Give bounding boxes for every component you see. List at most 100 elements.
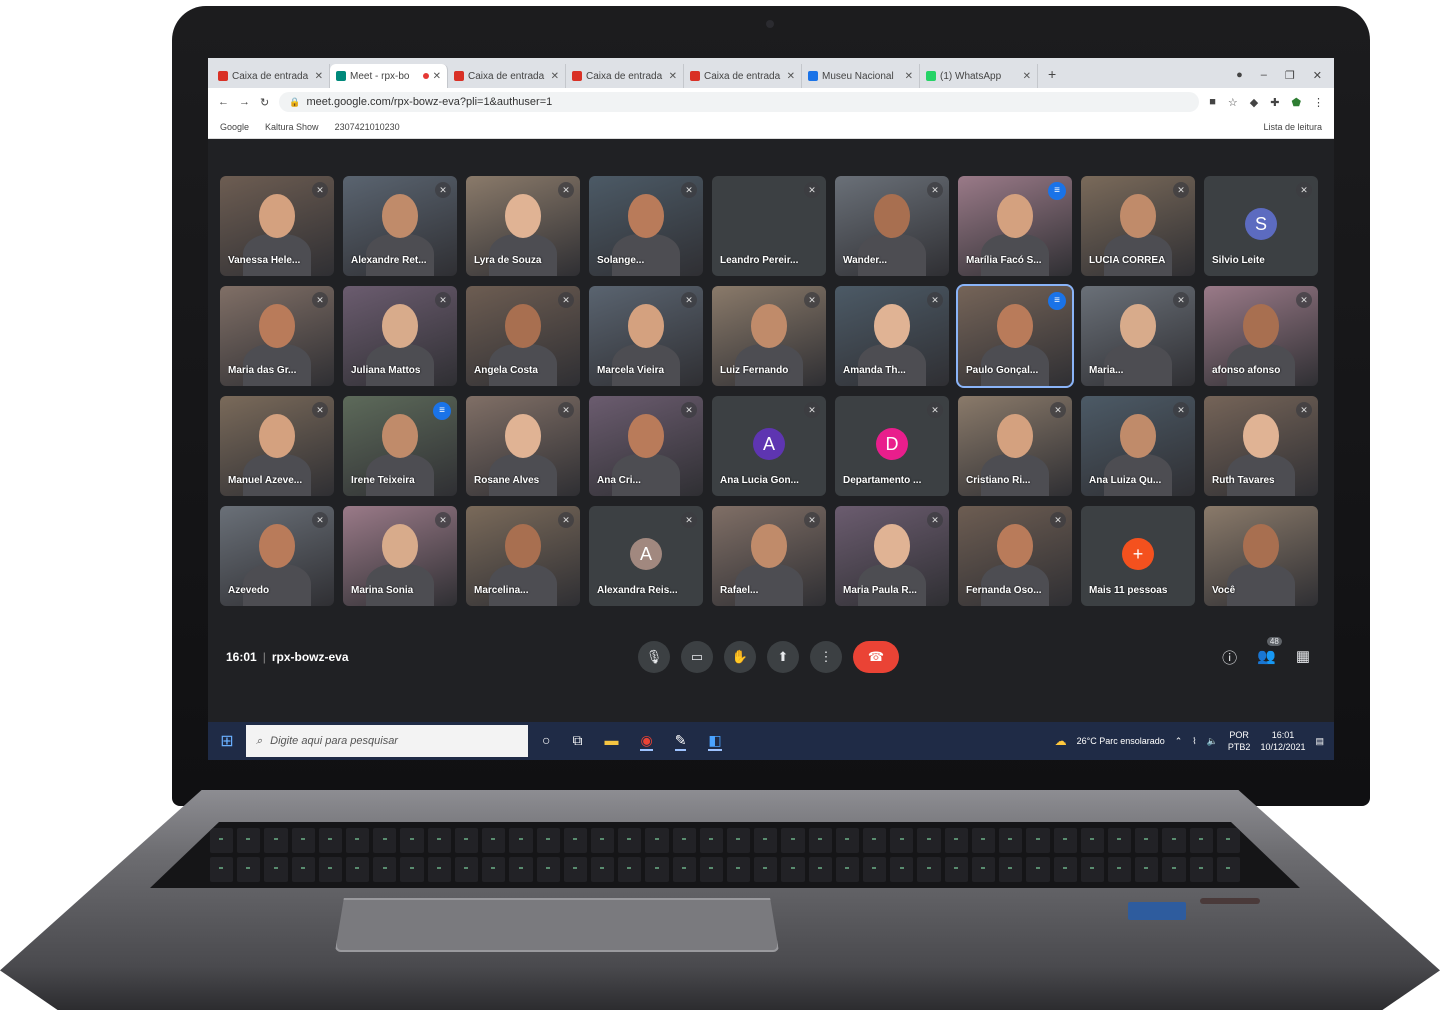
keyboard-key[interactable] [1162, 857, 1186, 882]
keyboard-key[interactable] [1216, 828, 1240, 853]
keyboard-key[interactable] [890, 828, 914, 853]
keyboard-key[interactable] [863, 828, 887, 853]
browser-tab[interactable]: Caixa de entrada ✕ [684, 64, 802, 88]
close-tab-icon[interactable]: ✕ [551, 71, 559, 82]
trackpad[interactable] [335, 898, 779, 952]
keyboard-key[interactable] [1189, 828, 1213, 853]
keyboard-key[interactable] [618, 857, 642, 882]
participant-tile[interactable]: ✕ Rafael... [712, 506, 826, 606]
participant-tile[interactable]: ✕ Wander... [835, 176, 949, 276]
close-tab-icon[interactable]: ✕ [905, 71, 913, 82]
keyboard-key[interactable] [944, 857, 968, 882]
browser-tab[interactable]: Caixa de entrada ✕ [212, 64, 330, 88]
weather-text[interactable]: 26°C Parc ensolarado [1077, 736, 1165, 746]
mic-button[interactable]: 🎙 [638, 641, 670, 673]
keyboard-key[interactable] [1189, 857, 1213, 882]
keyboard-key[interactable] [863, 857, 887, 882]
participant-tile[interactable]: ✕ Ana Luiza Qu... [1081, 396, 1195, 496]
keyboard-key[interactable] [1026, 828, 1050, 853]
participant-tile[interactable]: ✕ Azevedo [220, 506, 334, 606]
participant-tile[interactable]: A ✕ Alexandra Reis... [589, 506, 703, 606]
more-options-button[interactable]: ⋮ [810, 641, 842, 673]
keyboard-key[interactable] [373, 828, 397, 853]
keyboard-key[interactable] [210, 857, 234, 882]
keyboard-key[interactable] [454, 857, 479, 882]
keyboard-key[interactable] [318, 857, 343, 882]
keyboard-key[interactable] [264, 857, 288, 882]
participant-tile[interactable]: ✕ Lyra de Souza [466, 176, 580, 276]
puzzle-icon[interactable]: ✚ [1270, 96, 1279, 109]
clock[interactable]: 16:01 10/12/2021 [1260, 729, 1305, 753]
keyboard-key[interactable] [1053, 857, 1077, 882]
bookmark-item[interactable]: Kaltura Show [265, 122, 319, 132]
keyboard-key[interactable] [454, 828, 479, 853]
info-icon[interactable]: ⓘ [1222, 647, 1237, 668]
keyboard-key[interactable] [1162, 828, 1186, 853]
participant-tile[interactable]: ✕ Ruth Tavares [1204, 396, 1318, 496]
keyboard-key[interactable] [237, 857, 261, 882]
keyboard-key[interactable] [1080, 828, 1104, 853]
keyboard-key[interactable] [835, 828, 860, 853]
keyboard-key[interactable] [726, 828, 751, 853]
keyboard-key[interactable] [400, 828, 424, 853]
notifications-icon[interactable]: ▤ [1315, 736, 1324, 747]
keyboard-key[interactable] [645, 828, 669, 853]
keyboard-key[interactable] [1135, 828, 1159, 853]
volume-icon[interactable]: 🔈 [1207, 736, 1218, 747]
participant-tile[interactable]: D ✕ Departamento ... [835, 396, 949, 496]
bookmark-item[interactable]: Google [220, 122, 249, 132]
keyboard-key[interactable] [373, 857, 397, 882]
participant-tile[interactable]: ✕ Fernanda Oso... [958, 506, 1072, 606]
camera-button[interactable]: ▭ [681, 641, 713, 673]
keyboard-key[interactable] [808, 828, 832, 853]
keyboard-key[interactable] [563, 828, 587, 853]
keyboard-key[interactable] [509, 828, 533, 853]
participant-tile[interactable]: ✕ Alexandre Ret... [343, 176, 457, 276]
keyboard-key[interactable] [427, 828, 451, 853]
raise-hand-button[interactable]: ✋ [724, 641, 756, 673]
keyboard-key[interactable] [482, 828, 506, 853]
participant-tile[interactable]: ✕ Ana Cri... [589, 396, 703, 496]
keyboard-key[interactable] [1080, 857, 1104, 882]
keyboard-key[interactable] [1053, 828, 1077, 853]
network-icon[interactable]: ⌇ [1192, 736, 1196, 747]
browser-tab[interactable]: Meet - rpx-bo ✕ [330, 64, 448, 88]
participant-tile[interactable]: Você [1204, 506, 1318, 606]
people-icon[interactable]: 👥 48 [1257, 636, 1282, 668]
close-tab-icon[interactable]: ✕ [433, 71, 441, 82]
reading-list-button[interactable]: Lista de leitura [1263, 122, 1322, 132]
browser-tab[interactable]: Caixa de entrada ✕ [566, 64, 684, 88]
keyboard-key[interactable] [672, 828, 696, 853]
participant-tile[interactable]: ✕ Manuel Azeve... [220, 396, 334, 496]
keyboard-key[interactable] [536, 857, 560, 882]
participant-tile[interactable]: ✕ Maria... [1081, 286, 1195, 386]
keyboard-key[interactable] [1107, 828, 1132, 853]
browser-tab[interactable]: (1) WhatsApp ✕ [920, 64, 1038, 88]
keyboard-key[interactable] [835, 857, 860, 882]
keyboard-key[interactable] [726, 857, 751, 882]
camera-status-icon[interactable]: ■ [1209, 96, 1216, 109]
close-tab-icon[interactable]: ✕ [1023, 71, 1031, 82]
maximize-icon[interactable]: ❐ [1285, 69, 1295, 82]
windows-start-icon[interactable]: ⊞ [208, 731, 246, 751]
keyboard-key[interactable] [291, 857, 315, 882]
back-icon[interactable]: ← [218, 96, 229, 108]
bookmark-item[interactable]: 2307421010230 [335, 122, 400, 132]
keyboard-key[interactable] [917, 828, 941, 853]
keyboard-key[interactable] [618, 828, 642, 853]
account-icon[interactable]: ● [1236, 69, 1243, 82]
close-window-icon[interactable]: ✕ [1313, 69, 1322, 82]
task-view-icon[interactable]: ⧉ [572, 732, 582, 751]
keyboard-key[interactable] [754, 828, 778, 853]
participant-tile[interactable]: ✕ Angela Costa [466, 286, 580, 386]
keyboard-key[interactable] [237, 828, 261, 853]
forward-icon[interactable]: → [239, 96, 250, 108]
minimize-icon[interactable]: – [1261, 69, 1267, 82]
keyboard-key[interactable] [318, 828, 343, 853]
participant-tile[interactable]: ✕ Amanda Th... [835, 286, 949, 386]
participant-tile[interactable]: ✕ Cristiano Ri... [958, 396, 1072, 496]
language-indicator[interactable]: POR PTB2 [1228, 729, 1251, 753]
tray-chevron-icon[interactable]: ⌃ [1175, 736, 1183, 747]
keyboard-key[interactable] [482, 857, 506, 882]
keyboard-key[interactable] [754, 857, 778, 882]
